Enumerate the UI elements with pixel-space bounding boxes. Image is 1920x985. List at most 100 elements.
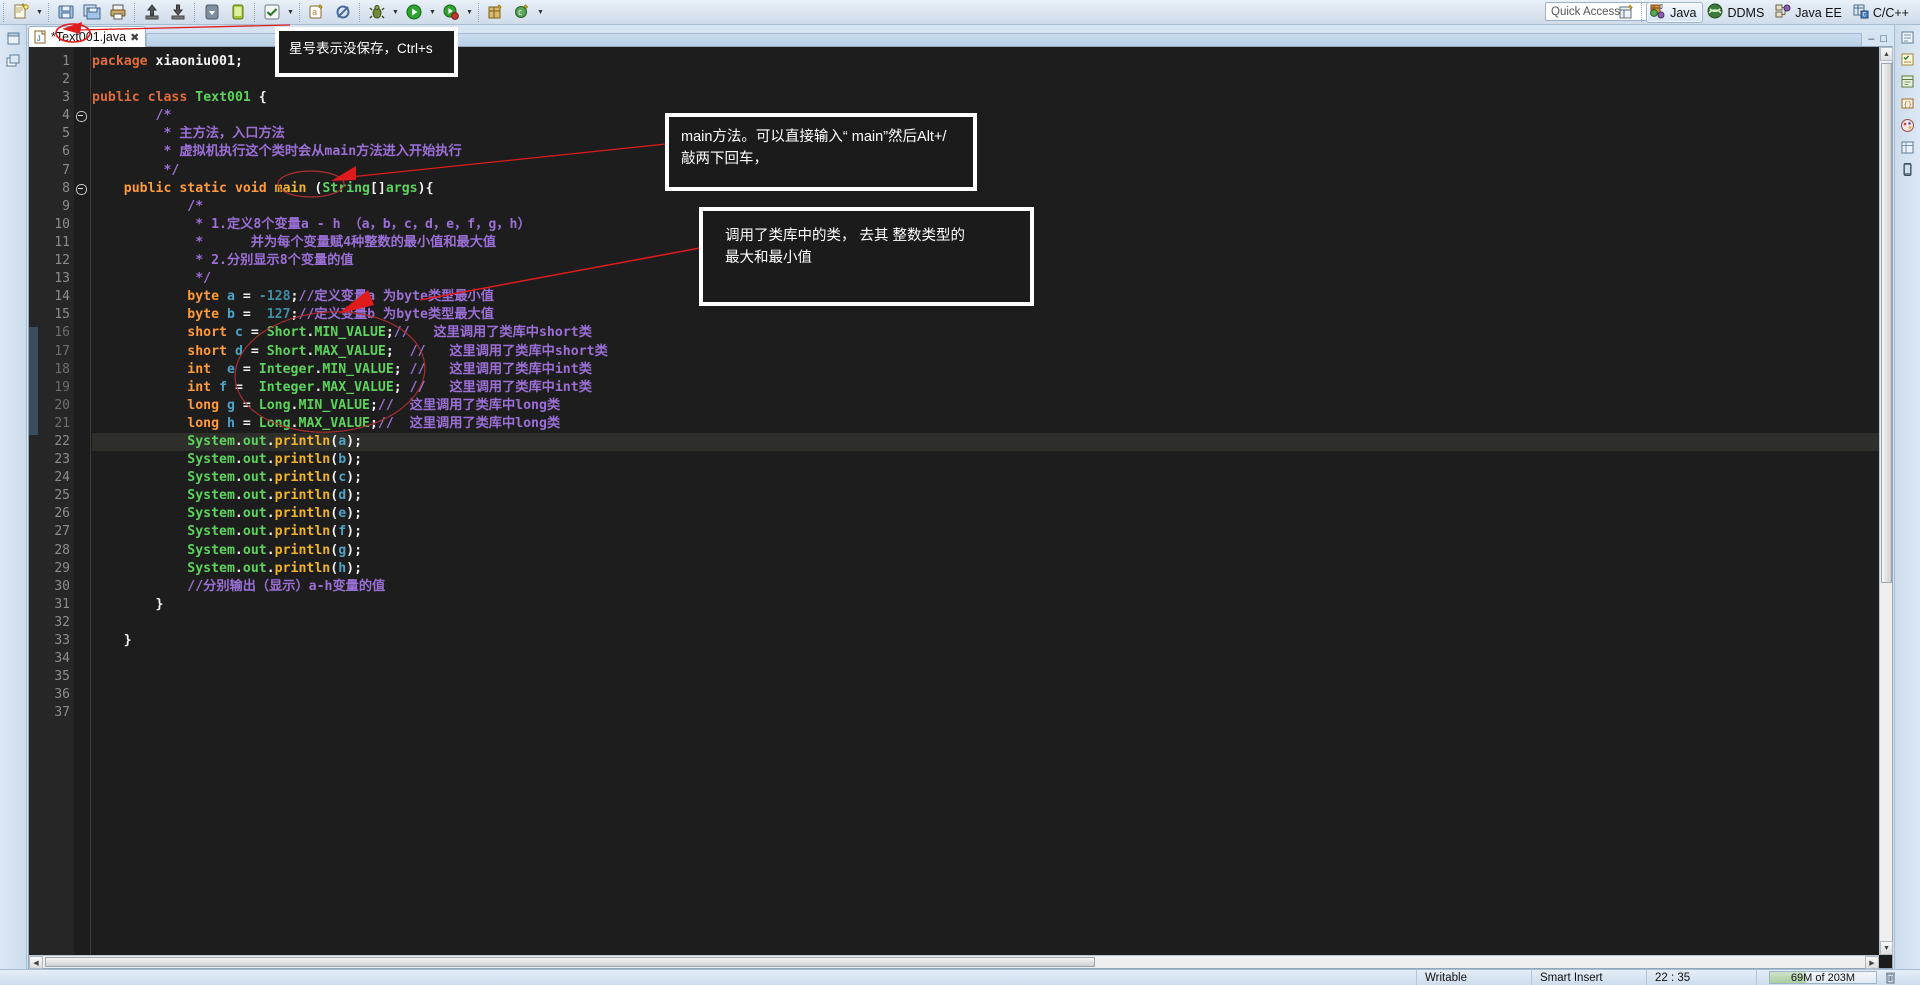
code-line[interactable]: public class Text001 { [92, 89, 1879, 107]
trash-icon[interactable] [1884, 971, 1898, 985]
annotation-ruler[interactable] [29, 47, 38, 955]
code-line[interactable]: //分别输出（显示）a-h变量的值 [92, 578, 1879, 596]
svg-text:J: J [36, 35, 41, 44]
code-line[interactable]: short d = Short.MAX_VALUE; // 这里调用了类库中sh… [92, 343, 1879, 361]
close-icon[interactable]: ✖ [130, 31, 139, 44]
run-icon[interactable] [401, 1, 427, 24]
code-line[interactable]: /* [92, 107, 1879, 125]
debug-icon[interactable] [364, 1, 390, 24]
run-dropdown-icon[interactable]: ▼ [427, 1, 438, 24]
editor-tab-text001[interactable]: J *Text001.java ✖ [28, 26, 147, 47]
code-line[interactable]: System.out.println(c); [92, 469, 1879, 487]
fold-toggle-icon[interactable] [75, 110, 87, 123]
external-tools-dropdown-icon[interactable]: ▼ [464, 1, 475, 24]
fold-toggle-icon[interactable] [75, 183, 87, 195]
horizontal-scroll-thumb[interactable] [45, 957, 1095, 967]
scroll-down-arrow-icon[interactable]: ▼ [1880, 941, 1893, 955]
editor-horizontal-scrollbar[interactable]: ◀ ▶ [29, 955, 1879, 969]
code-line[interactable]: int f = Integer.MAX_VALUE; // 这里调用了类库中in… [92, 379, 1879, 397]
new-java-package-icon[interactable] [483, 1, 509, 24]
restore-view-icon[interactable] [2, 28, 24, 48]
build-all-icon[interactable] [259, 1, 285, 24]
code-line[interactable]: byte b = 127;//定义变量b 为byte类型最大值 [92, 306, 1879, 324]
maximize-editor-icon[interactable]: □ [1880, 33, 1887, 45]
perspective-java[interactable]: J Java [1646, 2, 1704, 23]
code-line[interactable]: System.out.println(d); [92, 487, 1879, 505]
open-perspective-icon[interactable] [1614, 2, 1638, 23]
code-token: */ [92, 271, 212, 287]
perspective-ddms[interactable]: DDMS [1703, 2, 1771, 23]
import-icon[interactable] [165, 1, 191, 24]
perspective-cpp[interactable]: C C/C++ [1849, 2, 1916, 23]
android-sdk-manager-icon[interactable] [199, 1, 225, 24]
scroll-left-arrow-icon[interactable]: ◀ [29, 956, 43, 969]
line-number: 5 [62, 126, 70, 142]
code-line[interactable] [92, 704, 1879, 722]
code-line[interactable]: public static void main (String[]args){ [92, 180, 1879, 198]
save-icon[interactable] [53, 1, 79, 24]
code-line[interactable]: System.out.println(g); [92, 542, 1879, 560]
toolbar-separator [1641, 3, 1643, 22]
new-java-class-icon[interactable]: C [509, 1, 535, 24]
code-line[interactable]: System.out.println(b); [92, 451, 1879, 469]
code-token: ; [385, 325, 394, 341]
code-line[interactable] [92, 686, 1879, 704]
right-fast-view-bar: {} [1894, 25, 1920, 985]
package-explorer-minimized-icon[interactable] [2, 51, 24, 71]
toolbar-separator [478, 2, 480, 22]
code-line[interactable] [92, 614, 1879, 632]
debug-dropdown-icon[interactable]: ▼ [390, 1, 401, 24]
scroll-up-arrow-icon[interactable]: ▲ [1880, 47, 1893, 61]
print-icon[interactable] [105, 1, 131, 24]
code-line[interactable]: long h = Long.MAX_VALUE;// 这里调用了类库中long类 [92, 415, 1879, 433]
code-line[interactable]: * 虚拟机执行这个类时会从main方法进入开始执行 [92, 143, 1879, 161]
memory-usage-bar[interactable]: 69M of 203M [1769, 971, 1877, 984]
minimize-editor-icon[interactable]: – [1868, 33, 1874, 45]
device-view-icon[interactable] [1897, 160, 1918, 179]
vertical-scroll-thumb[interactable] [1881, 63, 1892, 583]
code-line[interactable]: * 主方法，入口方法 [92, 125, 1879, 143]
code-line[interactable]: System.out.println(e); [92, 505, 1879, 523]
templates-view-icon[interactable] [1897, 72, 1918, 91]
skip-breakpoints-icon[interactable] [330, 1, 356, 24]
code-line[interactable]: System.out.println(a); [92, 432, 1879, 452]
new-wizard-icon[interactable] [8, 1, 34, 24]
editor-vertical-scrollbar[interactable]: ▲ ▼ [1879, 47, 1893, 955]
palette-view-icon[interactable] [1897, 116, 1918, 135]
code-token: . [234, 560, 243, 576]
code-text[interactable]: package xiaoniu001; public class Text001… [92, 47, 1879, 955]
code-line[interactable]: int e = Integer.MIN_VALUE; // 这里调用了类库中in… [92, 361, 1879, 379]
code-line[interactable]: System.out.println(f); [92, 523, 1879, 541]
build-dropdown-icon[interactable]: ▼ [285, 1, 296, 24]
perspective-label: Java [1670, 5, 1697, 20]
code-token: out [242, 488, 267, 504]
code-line[interactable] [92, 650, 1879, 668]
code-line[interactable]: } [92, 632, 1879, 650]
scroll-right-arrow-icon[interactable]: ▶ [1865, 956, 1879, 969]
ddms-perspective-icon [1707, 3, 1723, 22]
properties-view-icon[interactable] [1897, 138, 1918, 157]
perspective-java-ee[interactable]: Java EE [1771, 2, 1849, 23]
code-line[interactable] [92, 668, 1879, 686]
run-external-tools-icon[interactable] [438, 1, 464, 24]
snippets-view-icon[interactable]: {} [1897, 94, 1918, 113]
outline-view-icon[interactable] [1897, 28, 1918, 47]
task-list-icon[interactable] [1897, 50, 1918, 69]
line-number: 1 [62, 54, 70, 69]
code-token: . [234, 506, 243, 522]
code-line[interactable]: System.out.println(h); [92, 560, 1879, 578]
code-line[interactable]: */ [92, 162, 1879, 180]
android-virtual-device-manager-icon[interactable] [225, 1, 251, 24]
code-line[interactable]: } [92, 596, 1879, 614]
export-icon[interactable] [139, 1, 165, 24]
class-dropdown-icon[interactable]: ▼ [535, 1, 546, 24]
code-token: // 这里调用了类库中short类 [409, 343, 608, 359]
code-line[interactable]: short c = Short.MIN_VALUE;// 这里调用了类库中sho… [92, 324, 1879, 342]
save-all-icon[interactable] [79, 1, 105, 24]
new-dropdown-icon[interactable]: ▼ [34, 1, 45, 24]
line-number: 8 [62, 180, 70, 196]
new-android-project-icon[interactable]: a [304, 1, 330, 24]
code-line[interactable]: long g = Long.MIN_VALUE;// 这里调用了类库中long类 [92, 397, 1879, 415]
